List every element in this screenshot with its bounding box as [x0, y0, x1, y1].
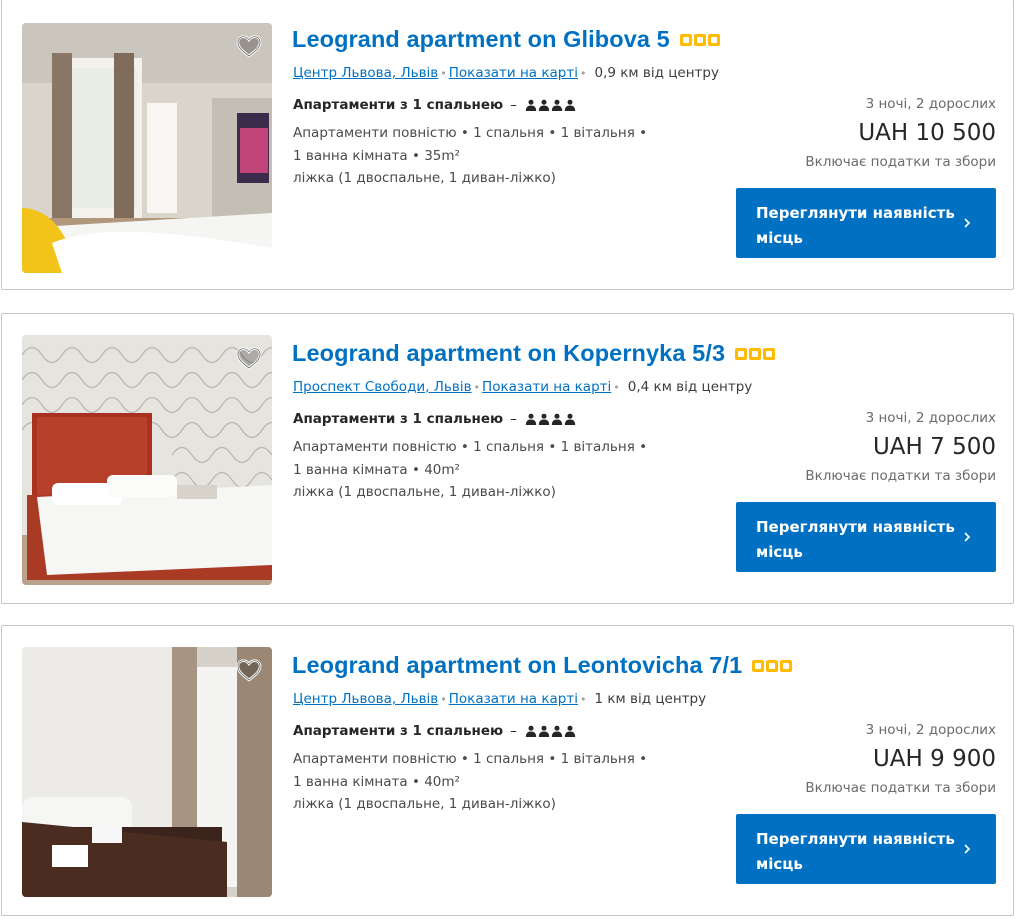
price: UAH 10 500 — [858, 120, 996, 146]
distance-from-center: 1 км від центру — [594, 691, 707, 707]
separator-dot: • — [440, 693, 447, 706]
chevron-right-icon — [964, 844, 971, 854]
heart-icon — [236, 659, 262, 682]
person-icon — [538, 725, 550, 737]
description-line: ліжка (1 двоспальне, 1 диван-ліжко) — [293, 170, 556, 186]
area-link[interactable]: Центр Львова, Львів — [293, 65, 438, 81]
person-icon — [525, 725, 537, 737]
show-on-map-link[interactable]: Показати на карті — [449, 65, 578, 81]
property-title[interactable]: Leogrand apartment on Leontovicha 7/1 — [292, 652, 742, 679]
person-icon — [564, 413, 576, 425]
room-type: Апартаменти з 1 спальнею – — [293, 723, 576, 739]
room-dash: – — [510, 723, 517, 739]
property-title[interactable]: Leogrand apartment on Glibova 5 — [292, 26, 670, 53]
property-photo[interactable] — [22, 647, 272, 897]
room-type-label: Апартаменти з 1 спальнею — [293, 97, 504, 113]
property-card: Leogrand apartment on Glibova 5 Центр Ль… — [1, 0, 1014, 290]
description-line: 1 ванна кімната • 40m² — [293, 773, 460, 790]
property-card: Leogrand apartment on Leontovicha 7/1 Це… — [1, 625, 1014, 916]
description-line: 1 ванна кімната • 40m² — [293, 461, 460, 478]
room-description: Апартаменти повністю • 1 спальня • 1 віт… — [293, 748, 647, 816]
person-icon — [564, 99, 576, 111]
distance-from-center: 0,9 км від центру — [594, 65, 719, 81]
room-type-label: Апартаменти з 1 спальнею — [293, 411, 504, 427]
separator-dot: • — [440, 67, 447, 80]
star-rating — [679, 33, 720, 46]
occupancy-icons — [525, 99, 576, 111]
property-title[interactable]: Leogrand apartment on Kopernyka 5/3 — [292, 340, 725, 367]
room-dash: – — [510, 411, 517, 427]
room-description: Апартаменти повністю • 1 спальня • 1 віт… — [293, 122, 647, 190]
star-icon — [735, 347, 748, 360]
show-on-map-link[interactable]: Показати на карті — [482, 379, 611, 395]
person-icon — [525, 99, 537, 111]
see-availability-label: Переглянути наявність місць — [756, 518, 955, 561]
occupancy-icons — [525, 413, 576, 425]
stay-duration: 3 ночі, 2 дорослих — [865, 96, 996, 112]
star-rating — [735, 347, 776, 360]
occupancy-icons — [525, 725, 576, 737]
room-type-label: Апартаменти з 1 спальнею — [293, 723, 504, 739]
show-on-map-link[interactable]: Показати на карті — [449, 691, 578, 707]
star-icon — [707, 33, 720, 46]
property-card: Leogrand apartment on Kopernyka 5/3 Прос… — [1, 313, 1014, 604]
room-type: Апартаменти з 1 спальнею – — [293, 411, 576, 427]
area-link[interactable]: Проспект Свободи, Львів — [293, 379, 472, 395]
person-icon — [538, 99, 550, 111]
star-icon — [780, 659, 793, 672]
favorite-button[interactable] — [234, 655, 264, 685]
see-availability-label: Переглянути наявність місць — [756, 830, 955, 873]
room-description: Апартаменти повністю • 1 спальня • 1 віт… — [293, 436, 647, 504]
separator-dot: • — [579, 67, 587, 80]
description-line: Апартаменти повністю • 1 спальня • 1 віт… — [293, 439, 648, 455]
property-photo[interactable] — [22, 335, 272, 585]
price: UAH 7 500 — [872, 434, 996, 460]
see-availability-button[interactable]: Переглянути наявність місць — [736, 188, 996, 258]
area-link[interactable]: Центр Львова, Львів — [293, 691, 438, 707]
star-rating — [752, 659, 793, 672]
separator-dot: • — [473, 381, 481, 394]
person-icon — [551, 725, 563, 737]
stay-duration: 3 ночі, 2 дорослих — [865, 722, 996, 738]
person-icon — [538, 413, 550, 425]
room-type: Апартаменти з 1 спальнею – — [293, 97, 576, 113]
star-icon — [693, 33, 706, 46]
person-icon — [551, 99, 563, 111]
distance-from-center: 0,4 км від центру — [627, 379, 753, 395]
person-icon — [525, 413, 537, 425]
separator-dot: • — [613, 381, 620, 394]
stay-duration: 3 ночі, 2 дорослих — [865, 410, 996, 426]
person-icon — [564, 725, 576, 737]
see-availability-button[interactable]: Переглянути наявність місць — [736, 814, 996, 884]
taxes-note: Включає податки та збори — [805, 780, 996, 796]
description-line: 1 ванна кімната • 35m² — [293, 147, 460, 164]
star-icon — [679, 33, 692, 46]
star-icon — [763, 347, 776, 360]
price: UAH 9 900 — [872, 746, 996, 772]
taxes-note: Включає податки та збори — [805, 468, 996, 484]
taxes-note: Включає податки та збори — [805, 154, 996, 170]
description-line: Апартаменти повністю • 1 спальня • 1 віт… — [293, 751, 648, 767]
see-availability-label: Переглянути наявність місць — [756, 204, 955, 247]
favorite-button[interactable] — [234, 31, 264, 61]
chevron-right-icon — [964, 532, 971, 542]
see-availability-button[interactable]: Переглянути наявність місць — [736, 502, 996, 572]
favorite-button[interactable] — [234, 343, 264, 373]
person-icon — [551, 413, 563, 425]
chevron-right-icon — [964, 218, 971, 228]
description-line: ліжка (1 двоспальне, 1 диван-ліжко) — [293, 796, 556, 812]
property-photo[interactable] — [22, 23, 272, 273]
separator-dot: • — [579, 693, 587, 706]
description-line: ліжка (1 двоспальне, 1 диван-ліжко) — [293, 484, 556, 500]
heart-icon — [236, 347, 262, 370]
room-dash: – — [510, 97, 517, 113]
star-icon — [749, 347, 762, 360]
star-icon — [752, 659, 765, 672]
star-icon — [766, 659, 779, 672]
description-line: Апартаменти повністю • 1 спальня • 1 віт… — [293, 125, 648, 141]
heart-icon — [236, 35, 262, 58]
